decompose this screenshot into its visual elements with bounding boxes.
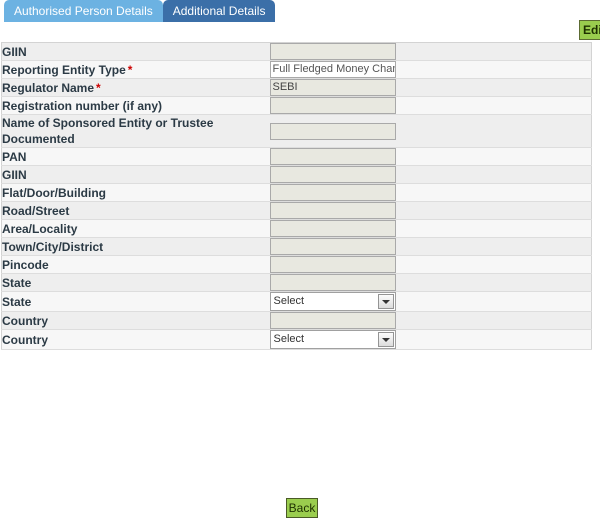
field-value <box>269 96 592 115</box>
field-label: Registration number (if any) <box>1 96 270 115</box>
field-label: GIIN <box>1 42 270 61</box>
tab-authorised-person-details[interactable]: Authorised Person Details <box>4 0 163 22</box>
field-value <box>269 114 592 148</box>
text-input[interactable]: Full Fledged Money Chang <box>269 61 396 78</box>
field-label-text: Name of Sponsored Entity or Trustee Docu… <box>2 116 214 146</box>
field-value <box>269 165 592 184</box>
field-label-text: GIIN <box>2 44 27 59</box>
select-dropdown[interactable]: Select <box>269 292 396 311</box>
select-value: Select <box>273 295 305 307</box>
field-value: SEBI <box>269 78 592 97</box>
field-value: Select <box>269 329 592 350</box>
chevron-down-icon[interactable] <box>377 332 394 347</box>
text-input[interactable] <box>269 202 396 219</box>
field-label-text: Road/Street <box>2 203 70 218</box>
field-value: Select <box>269 291 592 312</box>
chevron-down-glyph <box>381 299 390 304</box>
text-input[interactable] <box>269 43 396 60</box>
table-row: Country <box>1 311 592 330</box>
table-row: Reporting Entity Type * Full Fledged Money… <box>1 60 592 79</box>
text-input[interactable] <box>269 238 396 255</box>
table-row: Town/City/District <box>1 237 592 256</box>
field-label-text: GIIN <box>2 167 27 182</box>
select-value: Select <box>273 333 305 345</box>
field-label: Pincode <box>1 255 270 274</box>
field-label: PAN <box>1 147 270 166</box>
text-input[interactable] <box>269 166 396 183</box>
table-row: Road/Street <box>1 201 592 220</box>
field-label-text: Flat/Door/Building <box>2 185 106 200</box>
field-label: Area/Locality <box>1 219 270 238</box>
text-input[interactable] <box>269 97 396 114</box>
field-label-text: Country <box>2 313 48 328</box>
text-input[interactable] <box>269 312 396 329</box>
required-marker: * <box>96 80 101 95</box>
table-row: GIIN <box>1 165 592 184</box>
field-label: Road/Street <box>1 201 270 220</box>
field-label-text: State <box>2 294 32 309</box>
tab-strip: Authorised Person Details Additional Deta… <box>0 0 276 26</box>
field-label-text: Country <box>2 332 48 347</box>
additional-details-table: GIIN Reporting Entity Type * Full Fledged M… <box>1 42 592 350</box>
field-label-text: Regulator Name <box>2 80 95 95</box>
text-input[interactable] <box>269 274 396 291</box>
chevron-down-icon[interactable] <box>377 294 394 309</box>
table-row: State Select <box>1 291 592 312</box>
table-row: Area/Locality <box>1 219 592 238</box>
field-value <box>269 183 592 202</box>
field-label-text: Reporting Entity Type <box>2 62 126 77</box>
field-label-text: Registration number (if any) <box>2 98 163 113</box>
tab-additional-details[interactable]: Additional Details <box>162 0 276 22</box>
text-input[interactable] <box>269 148 396 165</box>
field-value <box>269 311 592 330</box>
field-label-text: State <box>2 275 32 290</box>
table-row: Name of Sponsored Entity or Trustee Docu… <box>1 114 592 148</box>
edit-button[interactable]: Edit <box>579 20 600 40</box>
table-row: Country Select <box>1 329 592 350</box>
table-row: PAN <box>1 147 592 166</box>
field-value <box>269 42 592 61</box>
details-table-body: GIIN Reporting Entity Type * Full Fledged M… <box>1 42 592 350</box>
table-row: Regulator Name * SEBI <box>1 78 592 97</box>
text-input[interactable] <box>269 122 396 140</box>
field-value <box>269 219 592 238</box>
required-marker: * <box>127 62 133 77</box>
text-input[interactable]: SEBI <box>269 79 396 96</box>
text-input[interactable] <box>269 184 396 201</box>
field-value <box>269 255 592 274</box>
field-label: Reporting Entity Type * <box>1 60 270 79</box>
field-label: Regulator Name * <box>1 78 270 97</box>
field-label-text: PAN <box>2 149 27 164</box>
chevron-down-glyph <box>381 337 390 342</box>
field-value <box>269 237 592 256</box>
text-input[interactable] <box>269 220 396 237</box>
field-label: GIIN <box>1 165 270 184</box>
field-label-text: Pincode <box>2 257 49 272</box>
field-value <box>269 147 592 166</box>
field-label-text: Town/City/District <box>2 239 104 254</box>
text-input[interactable] <box>269 256 396 273</box>
table-row: State <box>1 273 592 292</box>
table-row: GIIN <box>1 42 592 61</box>
field-label: State <box>1 273 270 292</box>
field-value <box>269 201 592 220</box>
field-value <box>269 273 592 292</box>
field-label: Country <box>1 329 270 350</box>
field-label: Town/City/District <box>1 237 270 256</box>
table-row: Pincode <box>1 255 592 274</box>
field-value: Full Fledged Money Chang <box>269 60 592 79</box>
field-label: Country <box>1 311 270 330</box>
field-label: Name of Sponsored Entity or Trustee Docu… <box>1 114 270 148</box>
table-row: Registration number (if any) <box>1 96 592 115</box>
select-dropdown[interactable]: Select <box>269 330 396 349</box>
table-row: Flat/Door/Building <box>1 183 592 202</box>
field-label: Flat/Door/Building <box>1 183 270 202</box>
field-label-text: Area/Locality <box>2 221 78 236</box>
back-button[interactable]: Back <box>286 498 318 518</box>
field-label: State <box>1 291 270 312</box>
